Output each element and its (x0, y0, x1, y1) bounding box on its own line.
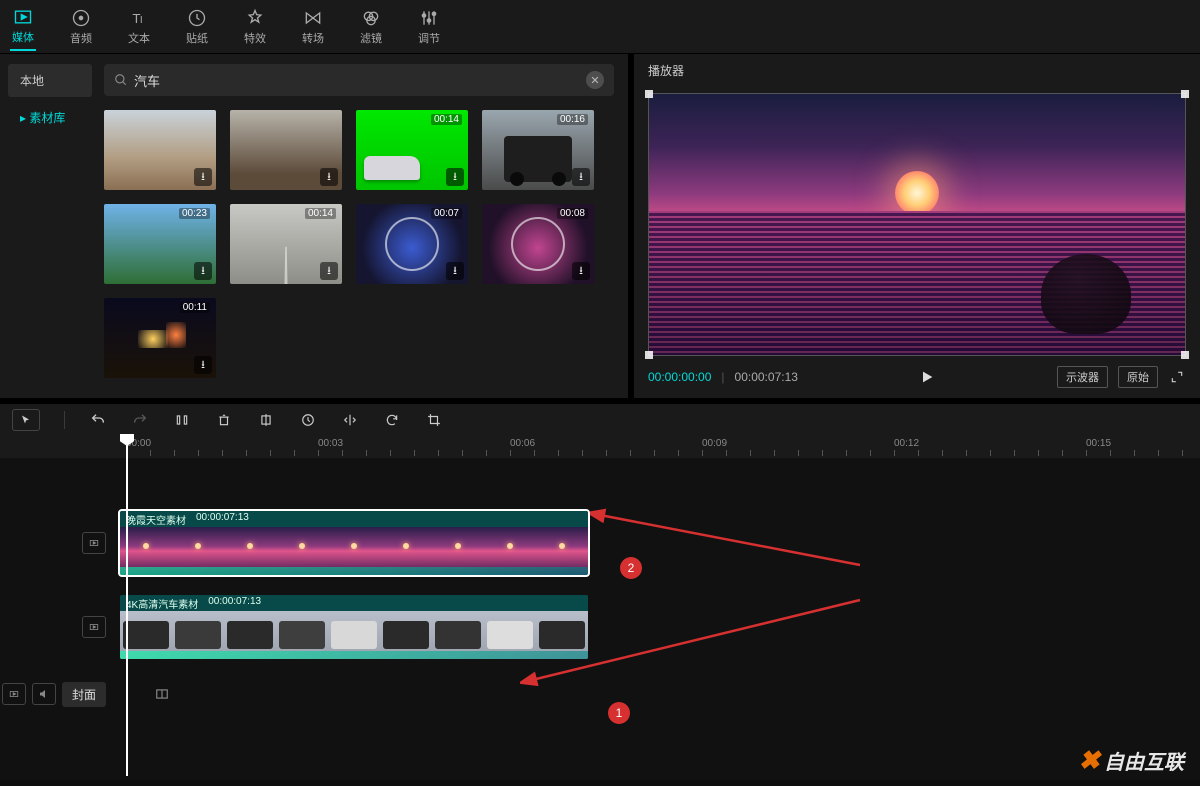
library-thumb[interactable]: 00:14 ⭳ (230, 204, 342, 284)
playhead[interactable] (126, 436, 128, 776)
library-thumb[interactable]: 00:23 ⭳ (104, 204, 216, 284)
mirror-tool[interactable] (341, 411, 359, 429)
library-thumb[interactable]: 00:16 ⭳ (482, 110, 594, 190)
search-input[interactable] (134, 73, 586, 88)
track-toggle-icon[interactable] (82, 616, 106, 638)
track-toggle-icon[interactable] (82, 532, 106, 554)
tab-media[interactable]: 媒体 (10, 3, 36, 51)
timecode-total: 00:00:07:13 (735, 370, 798, 384)
tab-text[interactable]: TI文本 (126, 4, 152, 50)
pointer-tool[interactable] (12, 409, 40, 431)
effect-icon (245, 8, 265, 28)
play-button[interactable] (919, 369, 935, 385)
scope-button[interactable]: 示波器 (1057, 366, 1108, 388)
tab-effect[interactable]: 特效 (242, 4, 268, 50)
ruler-mark: 00:15 (1086, 438, 1111, 449)
expand-icon[interactable] (1168, 368, 1186, 386)
duration-label: 00:16 (557, 114, 588, 125)
resize-handle[interactable] (645, 90, 653, 98)
duration-label: 00:08 (557, 208, 588, 219)
duration-label: 00:07 (431, 208, 462, 219)
duration-label: 00:14 (305, 208, 336, 219)
text-icon: TI (129, 8, 149, 28)
clear-search-button[interactable]: ✕ (586, 71, 604, 89)
search-box[interactable]: ✕ (104, 64, 614, 96)
split-tool[interactable] (173, 411, 191, 429)
filter-icon (361, 8, 381, 28)
download-icon[interactable]: ⭳ (572, 168, 590, 186)
redo-button[interactable] (131, 411, 149, 429)
crop-tool[interactable] (425, 411, 443, 429)
library-thumb[interactable]: 00:07 ⭳ (356, 204, 468, 284)
tab-sticker[interactable]: 贴纸 (184, 4, 210, 50)
speed-tool[interactable] (299, 411, 317, 429)
duration-label: 00:14 (431, 114, 462, 125)
player-title: 播放器 (634, 54, 1200, 87)
resize-handle[interactable] (1181, 90, 1189, 98)
tab-filter[interactable]: 滤镜 (358, 4, 384, 50)
sidebar-item-local[interactable]: 本地 (8, 64, 92, 97)
tab-audio[interactable]: 音频 (68, 4, 94, 50)
download-icon[interactable]: ⭳ (572, 262, 590, 280)
sidebar-item-library[interactable]: ▸ 素材库 (8, 101, 92, 134)
cover-button[interactable]: 封面 (62, 682, 106, 707)
original-button[interactable]: 原始 (1118, 366, 1158, 388)
library-thumb[interactable]: ⭳ (230, 110, 342, 190)
timecode-current: 00:00:00:00 (648, 370, 711, 384)
timeline-clip-sky[interactable]: 晚霞天空素材00:00:07:13 (120, 511, 588, 575)
sticker-icon (187, 8, 207, 28)
preview-canvas[interactable] (648, 93, 1186, 356)
ruler-mark: 00:03 (318, 438, 343, 449)
library-thumb[interactable]: 00:11 ⭳ (104, 298, 216, 378)
ruler-mark: 00:06 (510, 438, 535, 449)
download-icon[interactable]: ⭳ (194, 356, 212, 374)
track-toggle-icon[interactable] (2, 683, 26, 705)
tab-adjust[interactable]: 调节 (416, 4, 442, 50)
media-icon (13, 7, 33, 27)
download-icon[interactable]: ⭳ (194, 168, 212, 186)
download-icon[interactable]: ⭳ (446, 262, 464, 280)
library-thumb[interactable]: 00:08 ⭳ (482, 204, 594, 284)
resize-handle[interactable] (645, 351, 653, 359)
search-icon (114, 73, 128, 87)
undo-button[interactable] (89, 411, 107, 429)
timeline-clip-car[interactable]: 4K高清汽车素材00:00:07:13 (120, 595, 588, 659)
audio-icon (71, 8, 91, 28)
adjust-icon (419, 8, 439, 28)
library-thumb[interactable]: ⭳ (104, 110, 216, 190)
rotate-tool[interactable] (383, 411, 401, 429)
download-icon[interactable]: ⭳ (320, 262, 338, 280)
library-thumb[interactable]: 00:14 ⭳ (356, 110, 468, 190)
transition-icon (303, 8, 323, 28)
delete-tool[interactable] (215, 411, 233, 429)
duration-label: 00:23 (179, 208, 210, 219)
tab-transition[interactable]: 转场 (300, 4, 326, 50)
download-icon[interactable]: ⭳ (446, 168, 464, 186)
mute-icon[interactable] (32, 683, 56, 705)
add-clip-icon[interactable] (150, 683, 174, 705)
crop-in-tool[interactable] (257, 411, 275, 429)
timeline-ruler[interactable]: 00:0000:0300:0600:0900:1200:15 (0, 436, 1200, 458)
resize-handle[interactable] (1181, 351, 1189, 359)
ruler-mark: 00:12 (894, 438, 919, 449)
download-icon[interactable]: ⭳ (194, 262, 212, 280)
svg-text:I: I (140, 15, 143, 26)
duration-label: 00:11 (180, 302, 210, 313)
download-icon[interactable]: ⭳ (320, 168, 338, 186)
ruler-mark: 00:09 (702, 438, 727, 449)
caret-right-icon: ▸ (20, 111, 26, 125)
